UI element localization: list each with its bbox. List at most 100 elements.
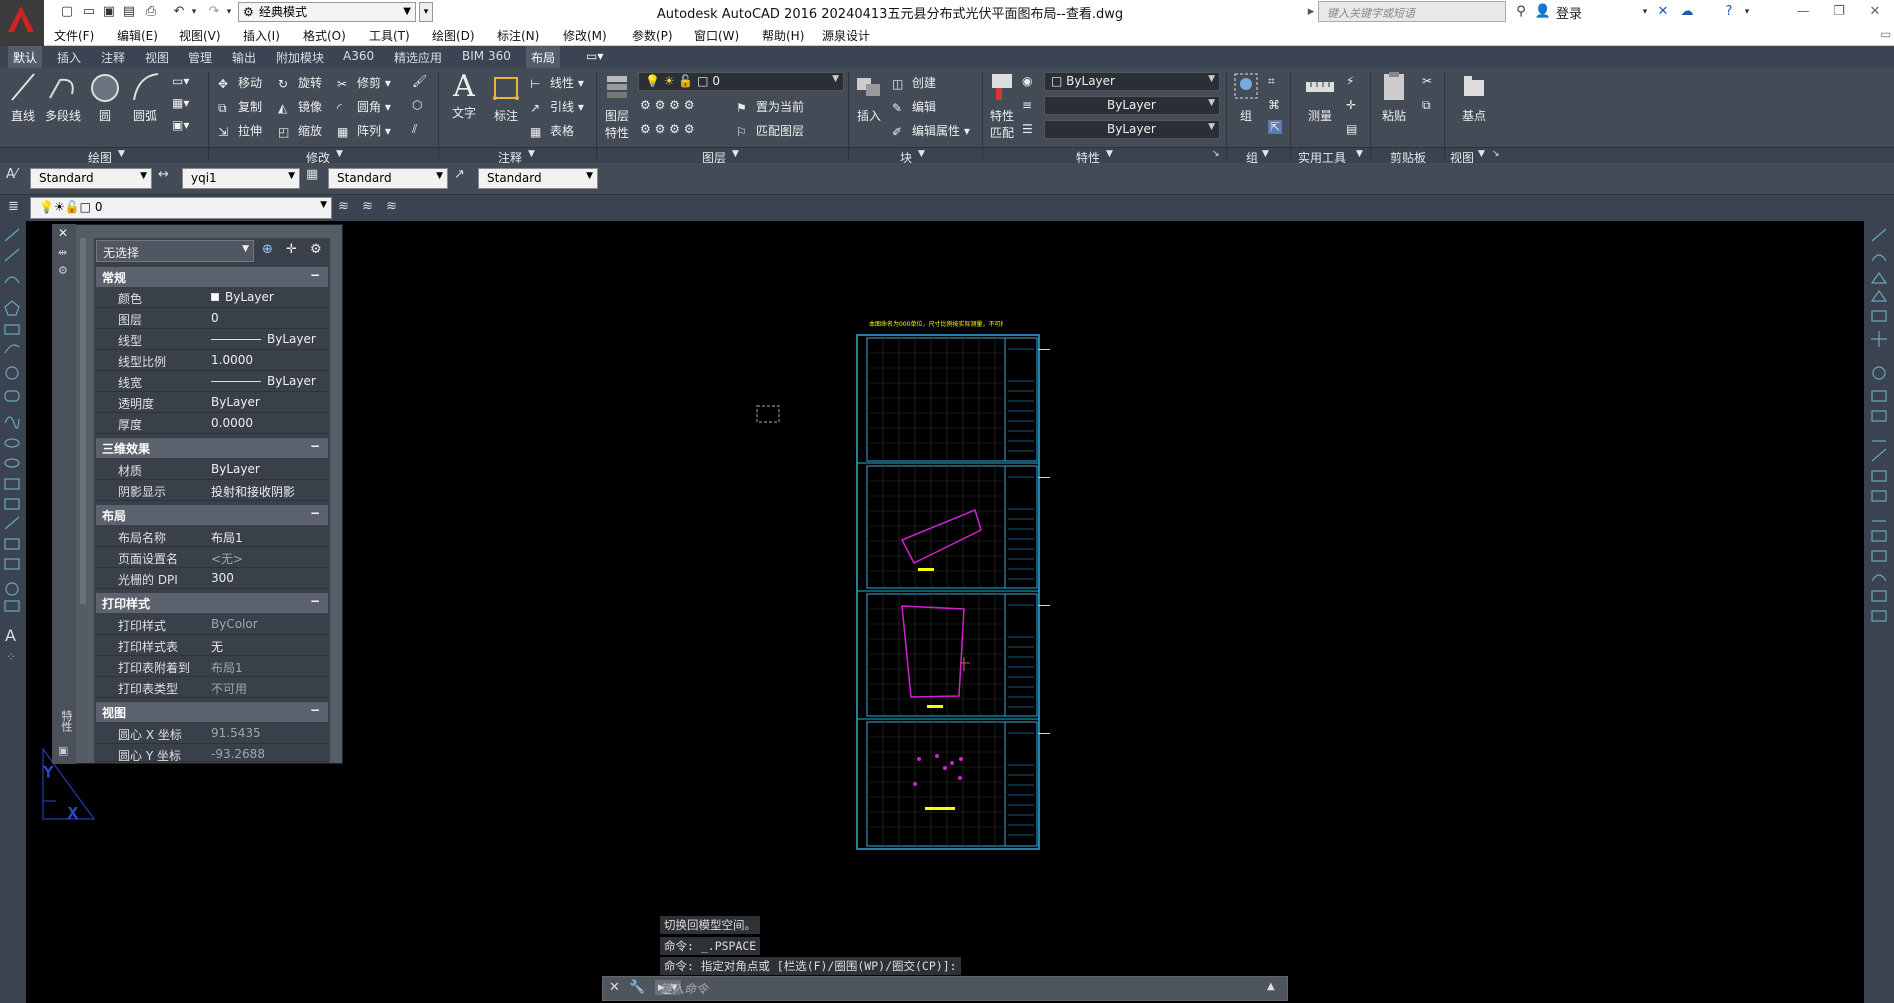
toggle-pickadd-icon[interactable]: ⊕ bbox=[262, 242, 273, 257]
tab-featured[interactable]: 精选应用 bbox=[394, 49, 442, 66]
dimension-tool[interactable]: 标注 bbox=[488, 70, 524, 124]
explode-icon[interactable]: ⬡ bbox=[412, 98, 422, 112]
fillet-button[interactable]: ◜ 圆角 ▾ bbox=[337, 98, 391, 115]
menu-tools[interactable]: 工具(T) bbox=[369, 27, 410, 44]
color-dropdown[interactable]: □ ByLayer ▼ bbox=[1044, 72, 1220, 91]
login-button[interactable]: 登录 bbox=[1556, 3, 1582, 22]
text-style-icon[interactable]: A⁄ bbox=[6, 167, 28, 189]
text-style-dropdown[interactable]: Standard ▼ bbox=[30, 168, 152, 189]
group-button[interactable]: 组 bbox=[1230, 70, 1262, 124]
prop-row-color[interactable]: 颜色 ByLayer bbox=[96, 287, 328, 308]
mleader-style-dropdown[interactable]: Standard ▼ bbox=[478, 168, 598, 189]
menu-format[interactable]: 格式(O) bbox=[303, 27, 346, 44]
table-button[interactable]: ▦ 表格 bbox=[530, 122, 574, 139]
undo-dropdown-icon[interactable]: ▾ bbox=[185, 3, 203, 21]
hatch-icon[interactable]: ▦▾ bbox=[172, 96, 189, 110]
line-tool[interactable]: 直线 bbox=[6, 70, 40, 124]
copy-clip-icon[interactable]: ⧉ bbox=[1422, 98, 1431, 113]
menu-window[interactable]: 窗口(W) bbox=[694, 27, 739, 44]
mirror-button[interactable]: ◭ 镜像 bbox=[278, 98, 322, 115]
layer-toolbar-dropdown[interactable]: 💡☀🔓□ 0 ▼ bbox=[30, 197, 332, 219]
view-dialog-launcher-icon[interactable]: ↘ bbox=[1492, 149, 1500, 159]
tab-layout[interactable]: 布局 bbox=[526, 46, 561, 68]
base-view-button[interactable]: 基点 bbox=[1456, 70, 1492, 124]
prop-row-center-x[interactable]: 圆心 X 坐标 91.5435 bbox=[96, 723, 328, 744]
prop-row-plot-attached[interactable]: 打印表附着到 布局1 bbox=[96, 656, 328, 677]
quick-select-icon[interactable]: ⚙ bbox=[310, 242, 322, 257]
tab-view[interactable]: 视图 bbox=[145, 49, 169, 66]
prop-row-layer[interactable]: 图层 0 bbox=[96, 308, 328, 329]
tab-insert[interactable]: 插入 bbox=[57, 49, 81, 66]
prop-row-center-y[interactable]: 圆心 Y 坐标 -93.2688 bbox=[96, 744, 328, 762]
prop-row-page-setup[interactable]: 页面设置名 <无> bbox=[96, 547, 328, 568]
tab-home[interactable]: 默认 bbox=[8, 46, 43, 68]
section-plot-style[interactable]: 打印样式 − bbox=[96, 593, 328, 613]
autocad-logo[interactable] bbox=[0, 0, 44, 50]
edit-attributes-button[interactable]: ✐ 编辑属性 ▾ bbox=[892, 122, 970, 139]
linear-dim-button[interactable]: ⊢ 线性 ▾ bbox=[530, 74, 584, 91]
prop-row-plot-style[interactable]: 打印样式 ByColor bbox=[96, 614, 328, 635]
menu-edit[interactable]: 编辑(E) bbox=[117, 27, 158, 44]
tab-a360[interactable]: A360 bbox=[343, 49, 374, 63]
menu-help[interactable]: 帮助(H) bbox=[762, 27, 804, 44]
quick-select-icon[interactable]: ⚡ bbox=[1346, 74, 1354, 88]
minimize-button[interactable]: — bbox=[1788, 2, 1818, 22]
help-dropdown-icon[interactable]: ▾ bbox=[1738, 3, 1756, 21]
utilities-group-expand-icon[interactable]: ▼ bbox=[1356, 149, 1363, 159]
menu-modify[interactable]: 修改(M) bbox=[563, 27, 607, 44]
move-button[interactable]: ✥ 移动 bbox=[218, 74, 262, 91]
new-file-icon[interactable]: ▢ bbox=[58, 3, 76, 21]
selection-dropdown[interactable]: 无选择 ▼ bbox=[96, 240, 254, 262]
polyline-tool[interactable]: 多段线 bbox=[43, 70, 83, 124]
layer-manager-icon[interactable]: ≣ bbox=[8, 199, 19, 214]
ribbon-minimize-icon[interactable]: ▭▾ bbox=[586, 49, 603, 63]
palette-scrollbar[interactable] bbox=[80, 238, 86, 604]
calculator-icon[interactable]: ▤ bbox=[1346, 122, 1357, 136]
section-view[interactable]: 视图 − bbox=[96, 702, 328, 722]
block-group-expand-icon[interactable]: ▼ bbox=[918, 149, 925, 159]
circle-tool[interactable]: 圆 bbox=[88, 70, 122, 124]
section-general[interactable]: 常规 − bbox=[96, 267, 328, 287]
edit-block-button[interactable]: ✎ 编辑 bbox=[892, 98, 936, 115]
properties-dialog-launcher-icon[interactable]: ↘ bbox=[1212, 149, 1220, 159]
section-3d-effects[interactable]: 三维效果 − bbox=[96, 438, 328, 458]
tab-annotate[interactable]: 注释 bbox=[101, 49, 125, 66]
paste-button[interactable]: 粘贴 bbox=[1376, 70, 1412, 124]
section-layout[interactable]: 布局 − bbox=[96, 505, 328, 525]
autohide-icon[interactable]: ⇹ bbox=[58, 246, 67, 259]
menu-close-icon[interactable]: ▭ bbox=[1880, 27, 1891, 41]
tab-addons[interactable]: 附加模块 bbox=[276, 49, 324, 66]
cut-icon[interactable]: ✂ bbox=[1422, 74, 1432, 88]
prop-row-linetype[interactable]: 线型 ByLayer bbox=[96, 329, 328, 350]
print-icon[interactable]: ⎙ bbox=[142, 3, 160, 21]
history-up-icon[interactable]: ▲ bbox=[1267, 981, 1275, 992]
redo-dropdown-icon[interactable]: ▾ bbox=[220, 3, 238, 21]
tab-output[interactable]: 输出 bbox=[232, 49, 256, 66]
layer-tools-row2[interactable]: ⚙ ⚙ ⚙ ⚙ bbox=[640, 122, 694, 136]
region-icon[interactable]: ▣▾ bbox=[172, 118, 189, 132]
ungroup-icon[interactable]: ⌗ bbox=[1268, 74, 1275, 89]
prop-row-shadow[interactable]: 阴影显示 投射和接收阴影 bbox=[96, 480, 328, 501]
open-file-icon[interactable]: ▭ bbox=[80, 3, 98, 21]
copy-button[interactable]: ⧉ 复制 bbox=[218, 98, 262, 115]
rotate-button[interactable]: ↻ 旋转 bbox=[278, 74, 322, 91]
mleader-style-icon[interactable]: ↗ bbox=[454, 167, 476, 189]
prop-row-lineweight[interactable]: 线宽 ByLayer bbox=[96, 371, 328, 392]
leader-button[interactable]: ↗ 引线 ▾ bbox=[530, 98, 584, 115]
id-point-icon[interactable]: ✛ bbox=[1346, 98, 1356, 112]
linetype-dropdown[interactable]: ByLayer ▼ bbox=[1044, 96, 1220, 115]
exchange-icon[interactable]: ✕ bbox=[1654, 3, 1672, 21]
prop-row-thickness[interactable]: 厚度 0.0000 bbox=[96, 413, 328, 434]
color-wheel-icon[interactable]: ◉ bbox=[1022, 74, 1032, 88]
array-button[interactable]: ▦ 阵列 ▾ bbox=[337, 122, 391, 139]
help-icon[interactable]: ? bbox=[1720, 3, 1738, 21]
stretch-button[interactable]: ⇲ 拉伸 bbox=[218, 122, 262, 139]
measure-button[interactable]: 测量 bbox=[1300, 70, 1340, 124]
layers-group-expand-icon[interactable]: ▼ bbox=[732, 149, 739, 159]
properties-group-expand-icon[interactable]: ▼ bbox=[1106, 149, 1113, 159]
prop-row-material[interactable]: 材质 ByLayer bbox=[96, 459, 328, 480]
binoculars-icon[interactable]: ⚲ bbox=[1512, 3, 1530, 21]
text-tool[interactable]: A 文字 bbox=[446, 70, 482, 121]
select-objects-icon[interactable]: ✛ bbox=[286, 242, 297, 257]
close-icon[interactable]: ✕ bbox=[58, 226, 68, 240]
